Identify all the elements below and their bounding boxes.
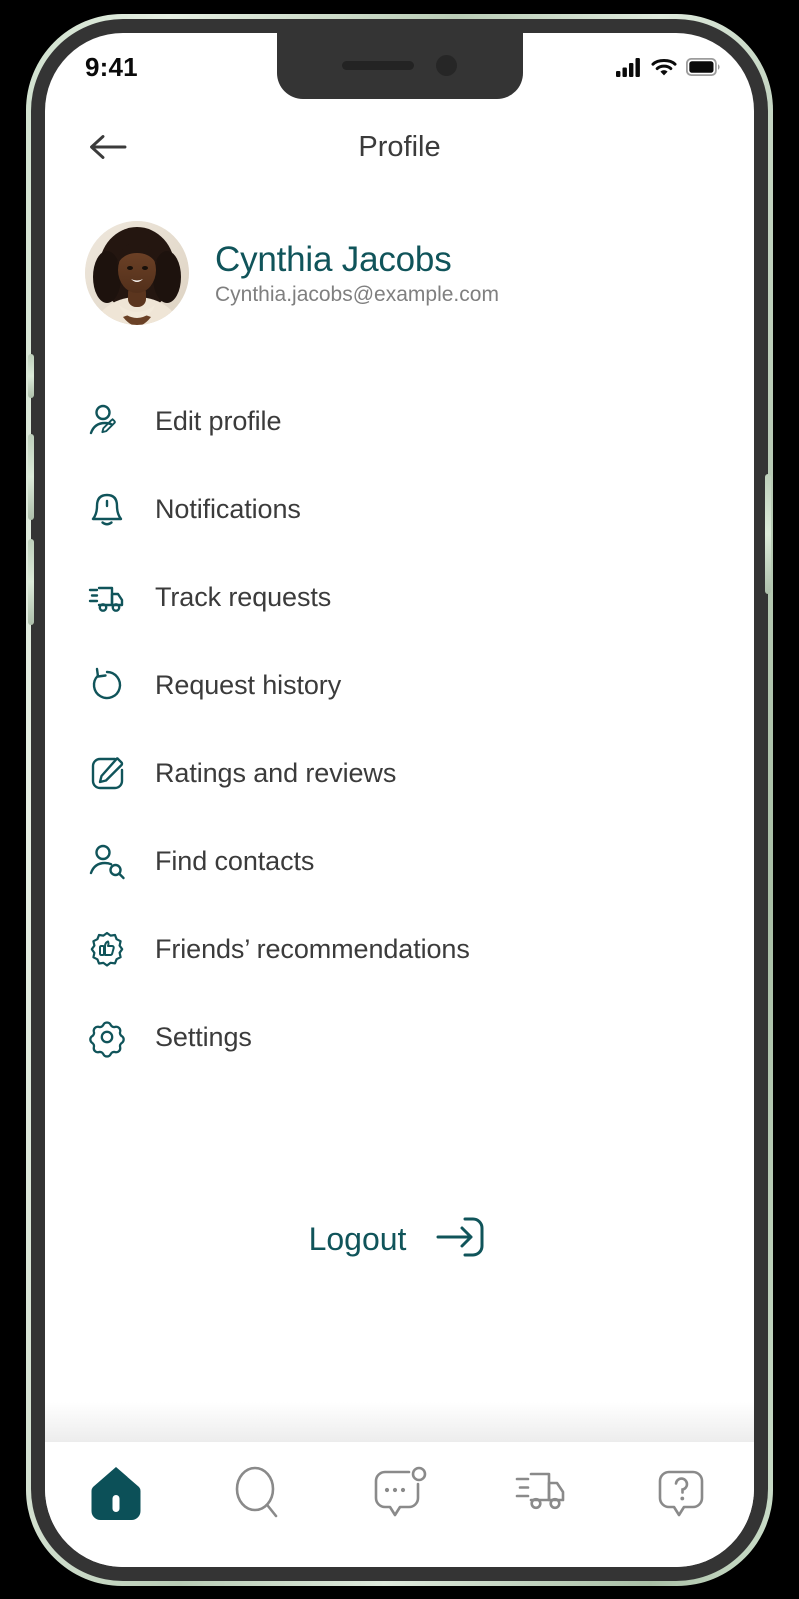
nav-item-delivery[interactable]: [470, 1458, 612, 1528]
phone-screen: 9:41 Profile Cynthia Jacobs Cynthia.jaco…: [45, 33, 754, 1567]
menu-item-ratings-and-reviews[interactable]: Ratings and reviews: [85, 729, 714, 817]
menu-item-label: Settings: [155, 1021, 252, 1052]
truck-icon: [515, 1472, 565, 1510]
page-title: Profile: [358, 130, 441, 163]
menu-item-label: Friends’ recommendations: [155, 933, 470, 964]
profile-text: Cynthia Jacobs Cynthia.jacobs@example.co…: [215, 240, 499, 307]
status-bar: 9:41: [45, 33, 754, 101]
status-time: 9:41: [85, 51, 138, 82]
history-rotate-icon: [85, 663, 129, 707]
menu-item-settings[interactable]: Settings: [85, 993, 714, 1081]
profile-name: Cynthia Jacobs: [215, 239, 452, 279]
nav-item-help[interactable]: [612, 1458, 754, 1528]
signal-icon: [616, 57, 640, 77]
help-bubble-icon: [658, 1470, 704, 1517]
avatar[interactable]: [85, 221, 189, 325]
volume-down-button[interactable]: [28, 539, 34, 625]
bottom-nav-shadow: [45, 1402, 754, 1442]
arrow-left-icon: [90, 135, 127, 159]
wifi-icon: [651, 58, 677, 75]
volume-up-button[interactable]: [28, 434, 34, 520]
logout-button[interactable]: Logout: [45, 1211, 754, 1268]
phone-bezel: 9:41 Profile Cynthia Jacobs Cynthia.jaco…: [28, 19, 771, 1581]
menu-item-edit-profile[interactable]: Edit profile: [85, 377, 714, 465]
badge-thumbs-up-icon: [85, 927, 129, 971]
phone-frame: 9:41 Profile Cynthia Jacobs Cynthia.jaco…: [26, 14, 773, 1586]
logout-label: Logout: [308, 1221, 407, 1257]
back-button[interactable]: [85, 124, 131, 170]
search-icon: [235, 1466, 277, 1518]
gear-icon: [85, 1015, 129, 1059]
menu-item-label: Request history: [155, 669, 342, 700]
bottom-nav: [45, 1442, 754, 1567]
app-header: Profile: [45, 101, 754, 193]
menu-list: Edit profile Notifications Track request…: [45, 325, 754, 1081]
profile-email: Cynthia.jacobs@example.com: [215, 282, 499, 306]
bell-icon: [85, 487, 129, 531]
menu-item-label: Find contacts: [155, 845, 315, 876]
profile-section: Cynthia Jacobs Cynthia.jacobs@example.co…: [45, 193, 754, 325]
nav-item-messages[interactable]: [329, 1458, 471, 1528]
menu-item-notifications[interactable]: Notifications: [85, 465, 714, 553]
menu-item-find-contacts[interactable]: Find contacts: [85, 817, 714, 905]
user-edit-icon: [85, 399, 129, 443]
user-search-icon: [85, 839, 129, 883]
power-button[interactable]: [765, 474, 771, 594]
battery-icon: [686, 58, 720, 76]
chat-bubble-icon: [375, 1466, 427, 1517]
logout-arrow-icon: [432, 1211, 490, 1268]
nav-item-home[interactable]: [45, 1458, 187, 1528]
menu-item-label: Edit profile: [155, 405, 282, 436]
menu-item-track-requests[interactable]: Track requests: [85, 553, 714, 641]
delivery-truck-icon: [85, 575, 129, 619]
menu-item-label: Track requests: [155, 581, 332, 612]
menu-item-friends-recommendations[interactable]: Friends’ recommendations: [85, 905, 714, 993]
square-pencil-icon: [85, 751, 129, 795]
nav-item-search[interactable]: [187, 1458, 329, 1528]
mute-switch-button[interactable]: [28, 354, 34, 398]
avatar-photo: [85, 221, 189, 325]
menu-item-label: Ratings and reviews: [155, 757, 397, 788]
menu-item-label: Notifications: [155, 493, 301, 524]
menu-item-request-history[interactable]: Request history: [85, 641, 714, 729]
status-icons: [616, 57, 720, 77]
home-icon: [91, 1467, 141, 1520]
